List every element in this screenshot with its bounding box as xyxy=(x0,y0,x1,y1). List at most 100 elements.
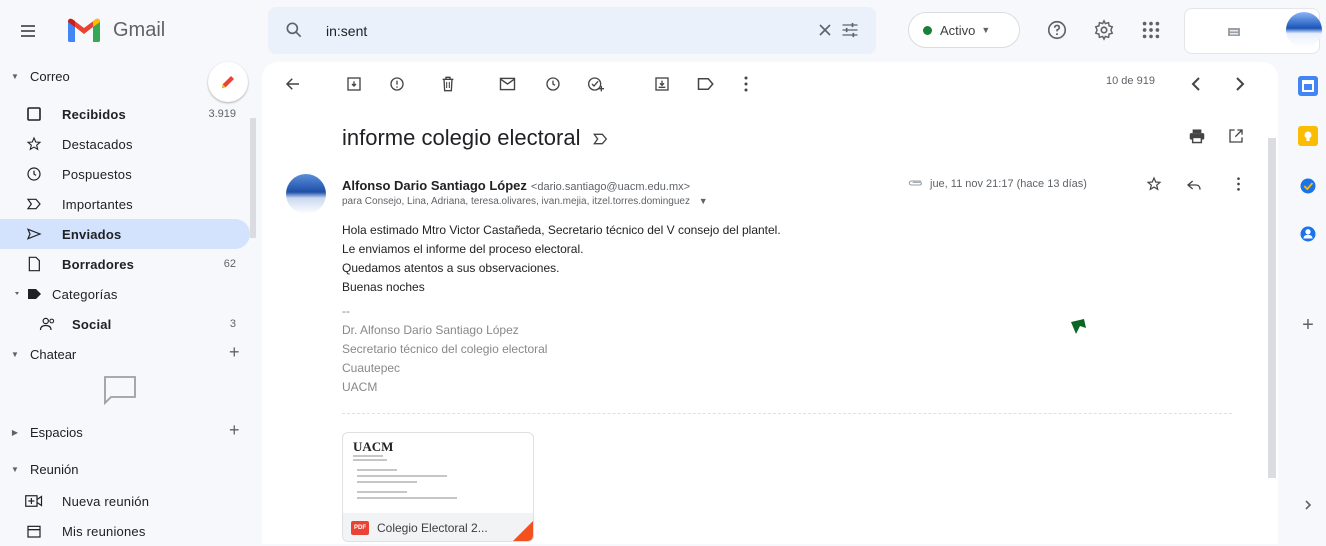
chat-section-header[interactable]: ▼ Chatear xyxy=(0,342,256,366)
apps-grid-icon[interactable] xyxy=(1140,19,1162,41)
main-menu-button[interactable] xyxy=(18,19,42,43)
gear-icon[interactable] xyxy=(1093,19,1115,41)
attachment-brand: UACM xyxy=(353,439,394,454)
attachment-divider xyxy=(342,413,1232,414)
sidebar-item-label: Destacados xyxy=(62,136,133,152)
sender-avatar[interactable] xyxy=(286,174,326,214)
email-subject: informe colegio electoral xyxy=(342,125,609,151)
tasks-app-icon[interactable] xyxy=(1298,176,1318,196)
add-space-icon[interactable]: + xyxy=(229,420,240,441)
status-label: Activo xyxy=(940,22,976,38)
paperclip-icon xyxy=(908,180,922,186)
print-icon[interactable] xyxy=(1188,128,1206,144)
mail-section-label: Correo xyxy=(30,68,70,84)
account-avatar[interactable] xyxy=(1286,12,1322,48)
report-spam-icon[interactable] xyxy=(389,76,405,92)
move-to-icon[interactable] xyxy=(654,76,670,92)
draft-count: 62 xyxy=(223,258,236,270)
search-options-icon[interactable] xyxy=(839,20,861,40)
help-icon[interactable] xyxy=(1046,19,1068,41)
spaces-section-header[interactable]: ▶ Espacios xyxy=(0,420,256,444)
archive-icon[interactable] xyxy=(346,76,362,92)
compose-button[interactable] xyxy=(208,62,248,102)
star-icon[interactable] xyxy=(1146,176,1162,192)
expand-panel-icon[interactable] xyxy=(1298,495,1318,515)
attachment-card[interactable]: UACM PDF Colegio Electoral 2... xyxy=(342,432,534,542)
back-arrow-icon[interactable] xyxy=(284,75,302,93)
app-name: Gmail xyxy=(113,18,166,41)
sidebar-item-label: Categorías xyxy=(52,286,118,302)
body-line: Hola estimado Mtro Victor Castañeda, Sec… xyxy=(342,223,781,237)
sidebar-item-pospuestos[interactable]: Pospuestos xyxy=(0,159,250,189)
mark-unread-icon[interactable] xyxy=(499,77,516,91)
signature-line: Secretario técnico del colegio electoral xyxy=(342,342,548,356)
preview-line xyxy=(357,481,417,483)
sidebar-scrollbar[interactable] xyxy=(250,88,256,334)
sidebar-item-label: Borradores xyxy=(62,256,135,272)
chevron-down-icon[interactable]: ▼ xyxy=(699,196,708,206)
reply-icon[interactable] xyxy=(1186,178,1202,192)
search-icon[interactable] xyxy=(284,20,304,40)
spaces-section-label: Espacios xyxy=(30,424,83,440)
preview-line xyxy=(357,491,407,493)
body-line: Quedamos atentos a sus observaciones. xyxy=(342,261,560,275)
label-icon xyxy=(12,287,46,301)
sidebar-item-importantes[interactable]: Importantes xyxy=(0,189,250,219)
top-bar: Gmail Activo ▼ xyxy=(0,0,1326,62)
sidebar-item-label: Recibidos xyxy=(62,106,126,122)
collapse-arrow-icon: ▼ xyxy=(11,71,19,81)
sidebar-item-destacados[interactable]: Destacados xyxy=(0,129,250,159)
corner-fold-icon xyxy=(513,521,533,541)
get-addons-icon[interactable]: + xyxy=(1298,314,1318,336)
sender-name[interactable]: Alfonso Dario Santiago López xyxy=(342,178,527,193)
people-icon xyxy=(36,316,60,332)
add-chat-icon[interactable]: + xyxy=(229,342,240,363)
important-marker-icon[interactable] xyxy=(592,133,609,145)
sidebar-item-mis-reuniones[interactable]: Mis reuniones xyxy=(0,516,250,546)
sidebar-item-label: Enviados xyxy=(62,226,122,242)
message-more-icon[interactable] xyxy=(1236,176,1241,192)
sender-email: <dario.santiago@uacm.edu.mx> xyxy=(530,181,691,193)
body-line: Le enviamos el informe del proceso elect… xyxy=(342,242,584,256)
pagination-count: 10 de 919 xyxy=(1106,75,1155,87)
search-input[interactable] xyxy=(326,19,746,43)
message-scrollbar[interactable] xyxy=(1266,116,1278,544)
sidebar-item-nueva-reunion[interactable]: Nueva reunión xyxy=(0,486,250,516)
meet-section-header[interactable]: ▼ Reunión xyxy=(0,457,256,481)
preview-line xyxy=(353,459,387,461)
newer-chevron-icon[interactable] xyxy=(1190,76,1202,92)
inbox-icon xyxy=(22,106,46,122)
contacts-app-icon[interactable] xyxy=(1298,224,1318,244)
sidebar-item-categorias[interactable]: Categorías xyxy=(0,279,250,309)
sidebar-item-borradores[interactable]: Borradores 62 xyxy=(0,249,250,279)
sidebar-item-label: Pospuestos xyxy=(62,166,132,182)
preview-line xyxy=(357,497,457,499)
gmail-logo[interactable]: Gmail xyxy=(66,16,165,44)
preview-line xyxy=(353,455,383,457)
attachment-footer: PDF Colegio Electoral 2... xyxy=(343,513,533,541)
sidebar-item-social[interactable]: Social 3 xyxy=(0,309,250,339)
open-new-window-icon[interactable] xyxy=(1228,128,1244,144)
clear-search-icon[interactable] xyxy=(815,20,835,40)
email-signature: -- Dr. Alfonso Dario Santiago López Secr… xyxy=(342,302,547,397)
sidebar-item-label: Mis reuniones xyxy=(62,523,146,539)
label-outline-icon[interactable] xyxy=(697,77,715,91)
recipients-line[interactable]: para Consejo, Lina, Adriana, teresa.oliv… xyxy=(342,196,708,207)
snooze-icon[interactable] xyxy=(545,76,561,92)
add-task-icon[interactable] xyxy=(587,76,605,92)
mouse-cursor-icon xyxy=(1071,319,1086,334)
calendar-app-icon[interactable] xyxy=(1298,76,1318,96)
sidebar-item-enviados[interactable]: Enviados xyxy=(0,219,250,249)
expand-arrow-icon: ▶ xyxy=(11,427,19,437)
status-button[interactable]: Activo ▼ xyxy=(908,12,1020,48)
video-add-icon xyxy=(22,494,46,508)
email-date: jue, 11 nov 21:17 (hace 13 días) xyxy=(930,178,1087,190)
keep-app-icon[interactable] xyxy=(1298,126,1318,146)
older-chevron-icon[interactable] xyxy=(1234,76,1246,92)
preview-line xyxy=(357,469,397,471)
more-vert-icon[interactable] xyxy=(743,75,749,93)
send-icon xyxy=(22,227,46,241)
delete-icon[interactable] xyxy=(441,76,455,92)
body-line: Buenas noches xyxy=(342,280,425,294)
sidebar-item-recibidos[interactable]: Recibidos 3.919 xyxy=(0,99,250,129)
